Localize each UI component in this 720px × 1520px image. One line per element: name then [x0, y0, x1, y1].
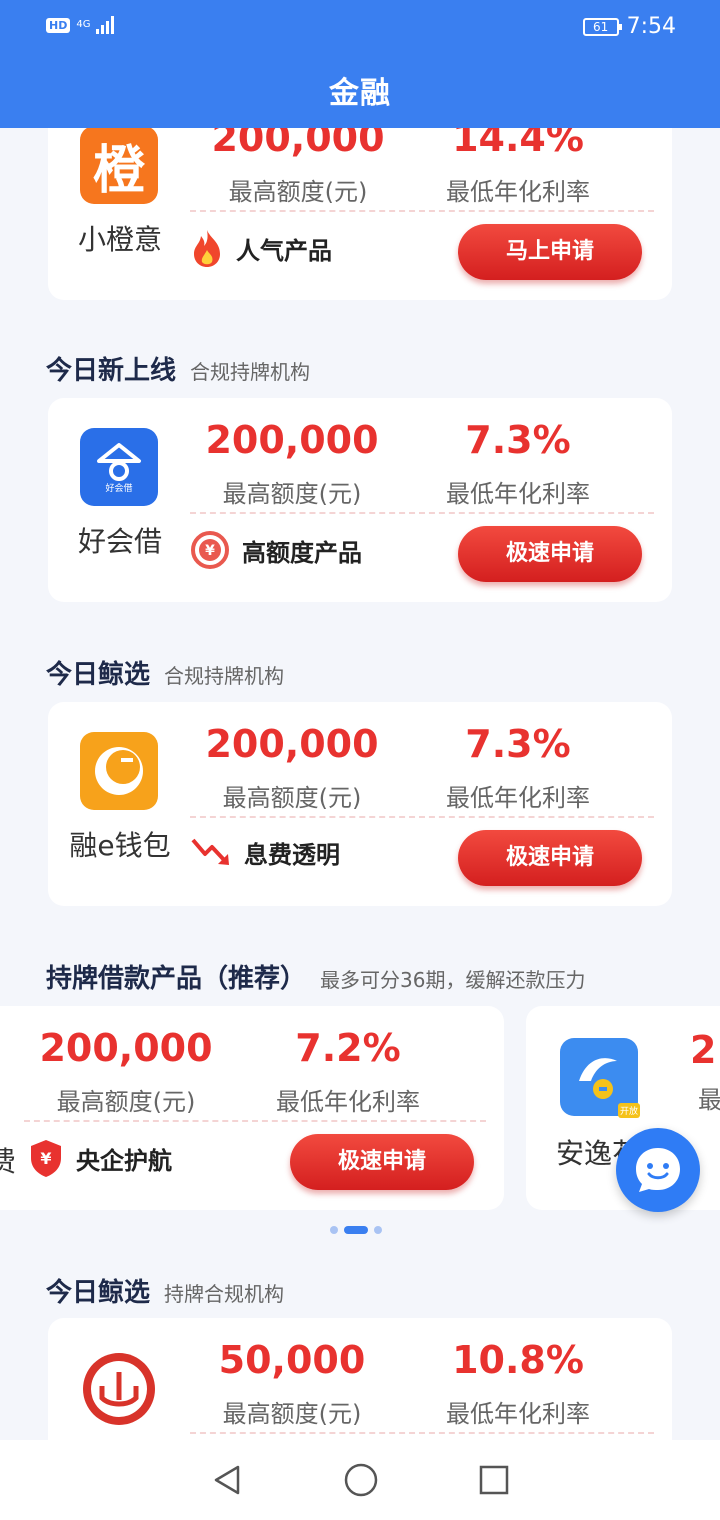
open-badge: 开放	[617, 1103, 640, 1118]
clock: 7:54	[626, 14, 676, 39]
caption-clipped: 最	[698, 1086, 720, 1114]
section-title: 今日鲸选	[46, 1278, 151, 1308]
network-label: 4G	[76, 19, 91, 30]
min-rate-caption: 最低年化利率	[446, 178, 590, 206]
trend-down-icon	[191, 838, 229, 865]
customer-service-button[interactable]	[616, 1128, 700, 1212]
rongeqianbao-logo	[80, 732, 158, 810]
divider	[24, 1120, 486, 1122]
max-amount: 200,000	[205, 722, 379, 766]
apply-button[interactable]: 极速申请	[290, 1134, 474, 1190]
section-header: 今日鲸选 持牌合规机构	[46, 1272, 284, 1309]
section-subtitle: 最多可分36期，缓解还款压力	[320, 968, 586, 992]
svg-text:¥: ¥	[205, 543, 215, 559]
max-amount-caption: 最高额度(元)	[222, 784, 362, 812]
min-rate-caption: 最低年化利率	[446, 1400, 590, 1428]
logo-caption: 好会借	[105, 483, 133, 494]
min-rate: 7.2%	[295, 1026, 401, 1070]
min-rate: 7.3%	[465, 722, 571, 766]
page-title: 金融	[329, 76, 391, 111]
fire-icon	[194, 230, 220, 267]
feature-label: 高额度产品	[242, 538, 362, 567]
apply-button[interactable]: 马上申请	[458, 224, 642, 280]
product-name: 小橙意	[77, 223, 162, 256]
section-subtitle: 合规持牌机构	[190, 360, 311, 384]
hd-icon: HD	[46, 17, 71, 33]
wanda-mark-icon	[83, 1353, 155, 1425]
chat-bubble-icon	[636, 1148, 680, 1192]
min-rate-caption: 最低年化利率	[276, 1088, 420, 1116]
product-name: 融e钱包	[69, 829, 171, 862]
carousel-card[interactable]: 费 200,000 最高额度(元) 7.2% 最低年化利率 ¥ 央企护航 极速申…	[0, 1006, 504, 1210]
carousel-dot[interactable]	[330, 1226, 338, 1234]
product-name: 好会借	[77, 525, 162, 558]
loan-card-haohuijie[interactable]: 好会借 好会借 200,000 最高额度(元) 7.3% 最低年化利率 ¥ 高额…	[48, 398, 672, 602]
max-amount: 200,000	[205, 418, 379, 462]
divider	[190, 816, 654, 818]
section-header: 今日鲸选 合规持牌机构	[46, 654, 284, 691]
divider	[190, 512, 654, 514]
signal-icon	[96, 16, 115, 34]
section-title: 持牌借款产品（推荐）	[46, 964, 307, 994]
section-title: 今日鲸选	[46, 660, 151, 690]
app-bar: HD 4G 61 7:54 金融	[0, 0, 720, 128]
back-icon[interactable]	[210, 1463, 244, 1497]
carousel-dot[interactable]	[374, 1226, 382, 1234]
shield-yen-icon: ¥	[31, 1140, 61, 1177]
apply-button[interactable]: 极速申请	[458, 526, 642, 582]
section-title: 今日新上线	[46, 356, 177, 386]
section-subtitle: 合规持牌机构	[164, 664, 285, 688]
status-bar: HD 4G 61 7:54	[0, 0, 720, 56]
section-header: 持牌借款产品（推荐） 最多可分36期，缓解还款压力	[46, 958, 585, 995]
haohuijie-logo: 好会借	[80, 428, 158, 506]
section-header: 今日新上线 合规持牌机构	[46, 350, 310, 387]
min-rate-caption: 最低年化利率	[446, 480, 590, 508]
carousel-dot-active[interactable]	[344, 1226, 368, 1234]
anyihua-logo: 开放	[560, 1038, 640, 1118]
xiaochengyi-logo: 橙	[80, 126, 158, 204]
apply-button[interactable]: 极速申请	[458, 830, 642, 886]
min-rate-caption: 最低年化利率	[446, 784, 590, 812]
feature-label: 人气产品	[236, 236, 332, 265]
loan-card-rongeqianbao[interactable]: 融e钱包 200,000 最高额度(元) 7.3% 最低年化利率 息费透明 极速…	[48, 702, 672, 906]
max-amount-caption: 最高额度(元)	[228, 178, 368, 206]
system-nav-bar	[0, 1440, 720, 1520]
min-rate: 10.8%	[452, 1338, 584, 1382]
max-amount: 200,000	[39, 1026, 213, 1070]
max-amount: 50,000	[218, 1338, 366, 1382]
home-icon[interactable]	[343, 1462, 379, 1498]
feature-label: 息费透明	[244, 840, 340, 869]
anyihua-mark-icon	[579, 1058, 617, 1099]
max-amount-caption: 最高额度(元)	[56, 1088, 196, 1116]
max-amount-caption: 最高额度(元)	[222, 1400, 362, 1428]
max-amount-caption: 最高额度(元)	[222, 480, 362, 508]
haohuijie-mark-icon	[97, 442, 141, 481]
recents-icon[interactable]	[478, 1464, 510, 1496]
feature-label: 央企护航	[76, 1146, 172, 1175]
svg-text:¥: ¥	[40, 1149, 51, 1168]
rongeqianbao-mark-icon	[95, 747, 143, 795]
battery-icon: 61	[582, 17, 622, 36]
divider	[190, 210, 654, 212]
clipped-text: 费	[0, 1145, 17, 1178]
wanda-logo	[80, 1350, 158, 1428]
divider	[190, 1432, 654, 1434]
yen-coin-icon: ¥	[191, 531, 229, 569]
section-subtitle: 持牌合规机构	[164, 1282, 285, 1306]
min-rate: 7.3%	[465, 418, 571, 462]
carousel-dots	[330, 1226, 382, 1234]
max-amount-clipped: 2	[690, 1028, 717, 1072]
